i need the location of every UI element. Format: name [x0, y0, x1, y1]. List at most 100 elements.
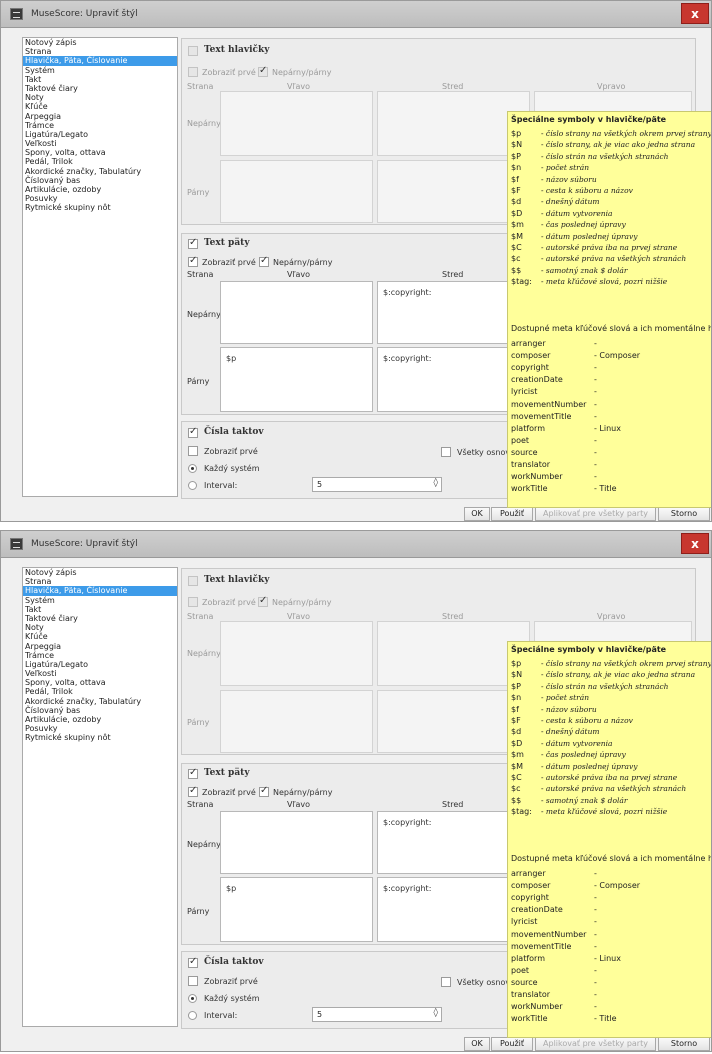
- symbol-description: - číslo strán na všetkých stranách: [541, 151, 669, 161]
- style-category-list[interactable]: Notový zápis Strana Hlavička, Päta, Číslov…: [22, 37, 178, 497]
- header-text-checkbox[interactable]: [188, 46, 198, 56]
- category-item[interactable]: Hlavička, Päta, Číslovanie: [23, 586, 177, 596]
- header-show-first-checkbox[interactable]: [188, 67, 198, 77]
- every-system-radio[interactable]: [188, 994, 197, 1003]
- footer-even-left-field[interactable]: $p: [220, 347, 373, 412]
- category-item[interactable]: Číslovaný bas: [23, 176, 177, 185]
- footer-show-first-checkbox[interactable]: [188, 255, 198, 267]
- category-item[interactable]: Taktové čiary: [23, 614, 177, 623]
- category-item[interactable]: Kľúče: [23, 102, 177, 111]
- category-item[interactable]: Taktové čiary: [23, 84, 177, 93]
- category-item[interactable]: Posuvky: [23, 724, 177, 733]
- measure-numbers-checkbox[interactable]: [188, 956, 198, 968]
- category-item[interactable]: Spony, volta, ottava: [23, 678, 177, 687]
- category-item[interactable]: Strana: [23, 47, 177, 56]
- interval-spinbox[interactable]: 5 ◊: [312, 1007, 442, 1022]
- header-even-left-field[interactable]: [220, 160, 373, 223]
- header-text-checkbox[interactable]: [188, 576, 198, 586]
- category-item[interactable]: Takt: [23, 75, 177, 84]
- spin-arrows-icon[interactable]: ◊: [434, 1008, 438, 1018]
- meta-key: source: [511, 977, 538, 987]
- tooltip-title: Špeciálne symboly v hlavičke/päte: [511, 115, 667, 124]
- tooltip-symbol-row: $tag: - meta kľúčové slová, pozri nižšie: [511, 277, 667, 286]
- interval-radio[interactable]: [188, 1011, 197, 1020]
- category-item[interactable]: Noty: [23, 93, 177, 102]
- tooltip-symbol-row: $F - cesta k súboru a názov: [511, 716, 633, 725]
- tooltip-symbol-row: $M - dátum poslednej úpravy: [511, 762, 637, 771]
- category-item[interactable]: Veľkosti: [23, 669, 177, 678]
- header-odd-even-checkbox[interactable]: [258, 595, 268, 607]
- category-item[interactable]: Trámce: [23, 651, 177, 660]
- close-button[interactable]: x: [681, 533, 709, 554]
- category-item[interactable]: Rytmické skupiny nôt: [23, 733, 177, 742]
- category-item[interactable]: Posuvky: [23, 194, 177, 203]
- category-item[interactable]: Trámce: [23, 121, 177, 130]
- symbol-description: - názov súboru: [541, 174, 597, 184]
- footer-odd-even-checkbox[interactable]: [259, 255, 269, 267]
- apply-all-parts-button[interactable]: Aplikovať pre všetky party: [535, 1037, 656, 1051]
- category-item[interactable]: Notový zápis: [23, 568, 177, 577]
- category-item[interactable]: Veľkosti: [23, 139, 177, 148]
- category-item[interactable]: Pedál, Trilok: [23, 157, 177, 166]
- category-item[interactable]: Arpeggia: [23, 642, 177, 651]
- category-item[interactable]: Akordické značky, Tabulatúry: [23, 167, 177, 176]
- close-button[interactable]: x: [681, 3, 709, 24]
- category-item[interactable]: Hlavička, Päta, Číslovanie: [23, 56, 177, 66]
- category-item[interactable]: Artikulácie, ozdoby: [23, 185, 177, 194]
- symbol-code: $C: [511, 773, 522, 782]
- cancel-button[interactable]: Storno: [658, 1037, 710, 1051]
- category-item[interactable]: Pedál, Trilok: [23, 687, 177, 696]
- category-item[interactable]: Strana: [23, 577, 177, 586]
- measure-show-first-checkbox[interactable]: [188, 446, 198, 456]
- footer-text-checkbox[interactable]: [188, 237, 198, 249]
- apply-all-parts-button[interactable]: Aplikovať pre všetky party: [535, 507, 656, 521]
- category-item[interactable]: Rytmické skupiny nôt: [23, 203, 177, 212]
- header-even-left-field[interactable]: [220, 690, 373, 753]
- category-item[interactable]: Systém: [23, 596, 177, 605]
- header-odd-left-field[interactable]: [220, 91, 373, 156]
- meta-value: -: [594, 363, 597, 373]
- header-odd-even-checkbox[interactable]: [258, 65, 268, 77]
- footer-show-first-checkbox[interactable]: [188, 785, 198, 797]
- category-item[interactable]: Artikulácie, ozdoby: [23, 715, 177, 724]
- footer-even-left-field[interactable]: $p: [220, 877, 373, 942]
- apply-button[interactable]: Použiť: [491, 507, 533, 521]
- footer-text-checkbox[interactable]: [188, 767, 198, 779]
- category-item[interactable]: Arpeggia: [23, 112, 177, 121]
- all-staves-checkbox[interactable]: [441, 447, 451, 457]
- category-item[interactable]: Akordické značky, Tabulatúry: [23, 697, 177, 706]
- category-item[interactable]: Notový zápis: [23, 38, 177, 47]
- category-item[interactable]: Systém: [23, 66, 177, 75]
- meta-key: translator: [511, 460, 551, 469]
- category-item[interactable]: Číslovaný bas: [23, 706, 177, 715]
- category-item[interactable]: Kľúče: [23, 632, 177, 641]
- meta-key: lyricist: [511, 917, 538, 927]
- tooltip-symbol-row: $tag: - meta kľúčové slová, pozri nižšie: [511, 807, 667, 816]
- category-item[interactable]: Takt: [23, 605, 177, 614]
- interval-radio[interactable]: [188, 481, 197, 490]
- ok-button[interactable]: OK: [464, 1037, 490, 1051]
- style-category-list[interactable]: Notový zápis Strana Hlavička, Päta, Číslov…: [22, 567, 178, 1027]
- footer-odd-even-checkbox[interactable]: [259, 785, 269, 797]
- spin-arrows-icon[interactable]: ◊: [434, 478, 438, 488]
- measure-numbers-checkbox[interactable]: [188, 426, 198, 438]
- category-item[interactable]: Spony, volta, ottava: [23, 148, 177, 157]
- header-show-first-checkbox[interactable]: [188, 597, 198, 607]
- tooltip-symbol-row: $f - názov súboru: [511, 705, 597, 714]
- apply-button[interactable]: Použiť: [491, 1037, 533, 1051]
- measure-show-first-checkbox[interactable]: [188, 976, 198, 986]
- cancel-button[interactable]: Storno: [658, 507, 710, 521]
- footer-odd-left-field[interactable]: [220, 281, 373, 344]
- ok-button[interactable]: OK: [464, 507, 490, 521]
- category-item[interactable]: Ligatúra/Legato: [23, 130, 177, 139]
- meta-key: arranger: [511, 869, 546, 878]
- all-staves-checkbox[interactable]: [441, 977, 451, 987]
- footer-odd-left-field[interactable]: [220, 811, 373, 874]
- every-system-radio[interactable]: [188, 464, 197, 473]
- header-odd-left-field[interactable]: [220, 621, 373, 686]
- header-text-title: Text hlavičky: [204, 45, 270, 55]
- category-item[interactable]: Noty: [23, 623, 177, 632]
- measure-numbers-title: Čísla taktov: [204, 427, 264, 437]
- category-item[interactable]: Ligatúra/Legato: [23, 660, 177, 669]
- interval-spinbox[interactable]: 5 ◊: [312, 477, 442, 492]
